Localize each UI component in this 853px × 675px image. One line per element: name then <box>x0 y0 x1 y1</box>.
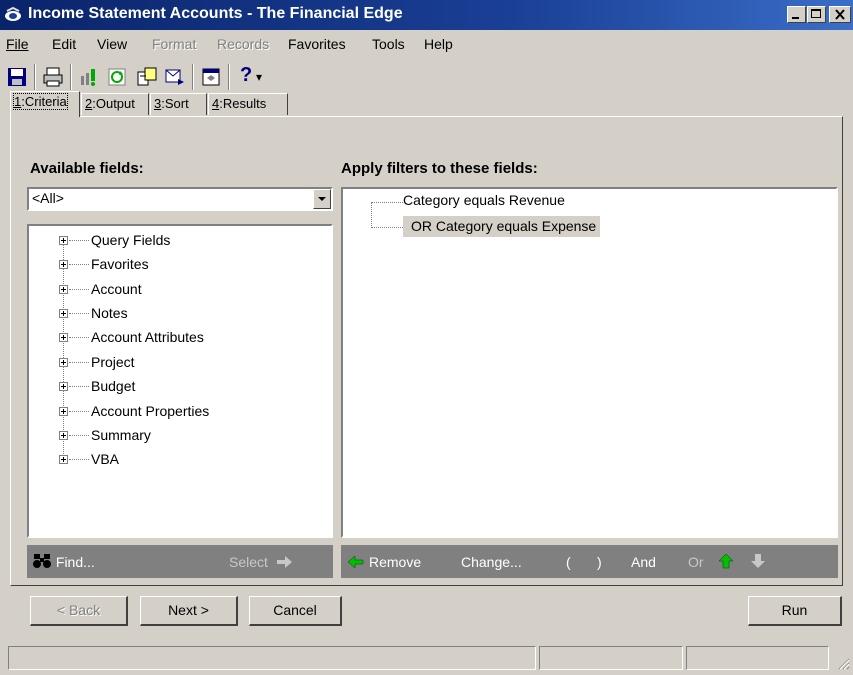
print-icon <box>43 67 63 87</box>
expand-icon[interactable] <box>59 455 68 464</box>
arrow-down-icon <box>751 554 765 568</box>
resize-grip-icon[interactable] <box>836 656 850 670</box>
available-fields-action-bar: Find... Select <box>27 545 333 578</box>
window-title: Income Statement Accounts - The Financia… <box>28 5 403 22</box>
menu-file[interactable]: File <box>6 36 29 52</box>
remove-button[interactable]: Remove <box>346 554 421 570</box>
tab-output-label: :Output <box>92 96 135 111</box>
expand-icon[interactable] <box>59 358 68 367</box>
menu-bar: File Edit View Format Records Favorites … <box>0 36 853 58</box>
close-button[interactable] <box>829 6 851 23</box>
menu-edit[interactable]: Edit <box>52 36 76 52</box>
minimize-button[interactable] <box>787 6 806 23</box>
status-pane-3 <box>686 646 829 670</box>
tab-criteria-label: 1:Criteria <box>13 93 68 110</box>
properties-icon <box>202 68 220 86</box>
send-icon <box>165 69 184 85</box>
title-bar[interactable]: Income Statement Accounts - The Financia… <box>0 0 853 30</box>
menu-favorites[interactable]: Favorites <box>288 36 346 52</box>
filters-action-bar: Remove Change... ( ) And Or <box>341 545 838 578</box>
expand-icon[interactable] <box>59 382 68 391</box>
print-button[interactable] <box>42 66 64 88</box>
save-button[interactable] <box>6 66 28 88</box>
tab-output[interactable]: 2:Output <box>81 93 149 115</box>
available-fields-header: Available fields: <box>30 160 144 177</box>
help-icon: ? <box>240 64 253 86</box>
filter-row[interactable]: Category equals Revenue <box>403 192 565 208</box>
chevron-down-icon <box>318 197 326 201</box>
arrow-left-icon <box>347 555 364 569</box>
cancel-button[interactable]: Cancel <box>249 596 342 626</box>
export-icon <box>137 67 157 86</box>
expand-icon[interactable] <box>59 285 68 294</box>
maximize-icon <box>811 9 821 18</box>
close-icon <box>835 9 845 20</box>
refresh-icon <box>108 68 126 86</box>
find-label: Find... <box>55 554 95 570</box>
menu-format[interactable]: Format <box>152 36 196 52</box>
or-button[interactable]: Or <box>688 554 704 570</box>
process-button[interactable] <box>78 66 100 88</box>
move-up-button[interactable] <box>718 553 734 572</box>
filters-header: Apply filters to these fields: <box>341 160 538 177</box>
menu-help[interactable]: Help <box>424 36 453 52</box>
status-pane-2 <box>539 646 683 670</box>
run-button[interactable]: Run <box>748 596 842 626</box>
arrow-right-icon <box>276 556 292 568</box>
export-button[interactable] <box>136 66 158 88</box>
back-button[interactable]: < Back <box>30 596 128 626</box>
dropdown-button[interactable] <box>313 189 331 209</box>
next-button[interactable]: Next > <box>140 596 238 626</box>
menu-tools[interactable]: Tools <box>372 36 405 52</box>
menu-view[interactable]: View <box>97 36 127 52</box>
help-button[interactable]: ? ▾ <box>236 64 266 88</box>
expand-icon[interactable] <box>59 236 68 245</box>
change-button[interactable]: Change... <box>461 554 522 570</box>
tab-sort[interactable]: 3:Sort <box>150 93 207 115</box>
menu-file-label: File <box>6 36 29 52</box>
remove-label: Remove <box>369 554 422 570</box>
chevron-down-icon: ▾ <box>256 70 263 84</box>
arrow-up-icon <box>718 553 734 569</box>
open-paren-button[interactable]: ( <box>566 554 571 570</box>
app-icon <box>5 6 21 21</box>
menu-records[interactable]: Records <box>217 36 269 52</box>
select-label: Select <box>229 554 268 570</box>
tab-sort-label: :Sort <box>161 96 189 111</box>
close-paren-button[interactable]: ) <box>597 554 602 570</box>
properties-button[interactable] <box>200 66 222 88</box>
maximize-button[interactable] <box>807 6 826 23</box>
save-icon <box>8 68 26 86</box>
tab-results[interactable]: 4:Results <box>208 93 288 115</box>
expand-icon[interactable] <box>59 431 68 440</box>
filters-list[interactable]: Category equals Revenue OR Category equa… <box>341 187 838 538</box>
dropdown-value: <All> <box>32 190 64 206</box>
send-button[interactable] <box>164 66 186 88</box>
expand-icon[interactable] <box>59 260 68 269</box>
available-fields-tree[interactable]: Query Fields Favorites Account Notes Acc… <box>27 224 333 538</box>
minimize-icon <box>792 17 799 19</box>
find-button[interactable]: Find... <box>32 552 95 570</box>
expand-icon[interactable] <box>59 309 68 318</box>
tab-results-label: :Results <box>219 96 267 111</box>
expand-icon[interactable] <box>59 333 68 342</box>
select-button[interactable]: Select <box>229 554 294 570</box>
status-pane-main <box>8 646 536 670</box>
process-icon <box>81 69 95 86</box>
expand-icon[interactable] <box>59 407 68 416</box>
binoculars-icon <box>33 554 51 568</box>
tab-criteria[interactable]: 1:Criteria <box>10 91 80 117</box>
filter-row-selected[interactable]: OR Category equals Expense <box>403 216 601 237</box>
refresh-button[interactable] <box>106 66 128 88</box>
move-down-button[interactable] <box>750 553 766 572</box>
and-button[interactable]: And <box>631 554 656 570</box>
field-filter-dropdown[interactable]: <All> <box>27 187 333 211</box>
